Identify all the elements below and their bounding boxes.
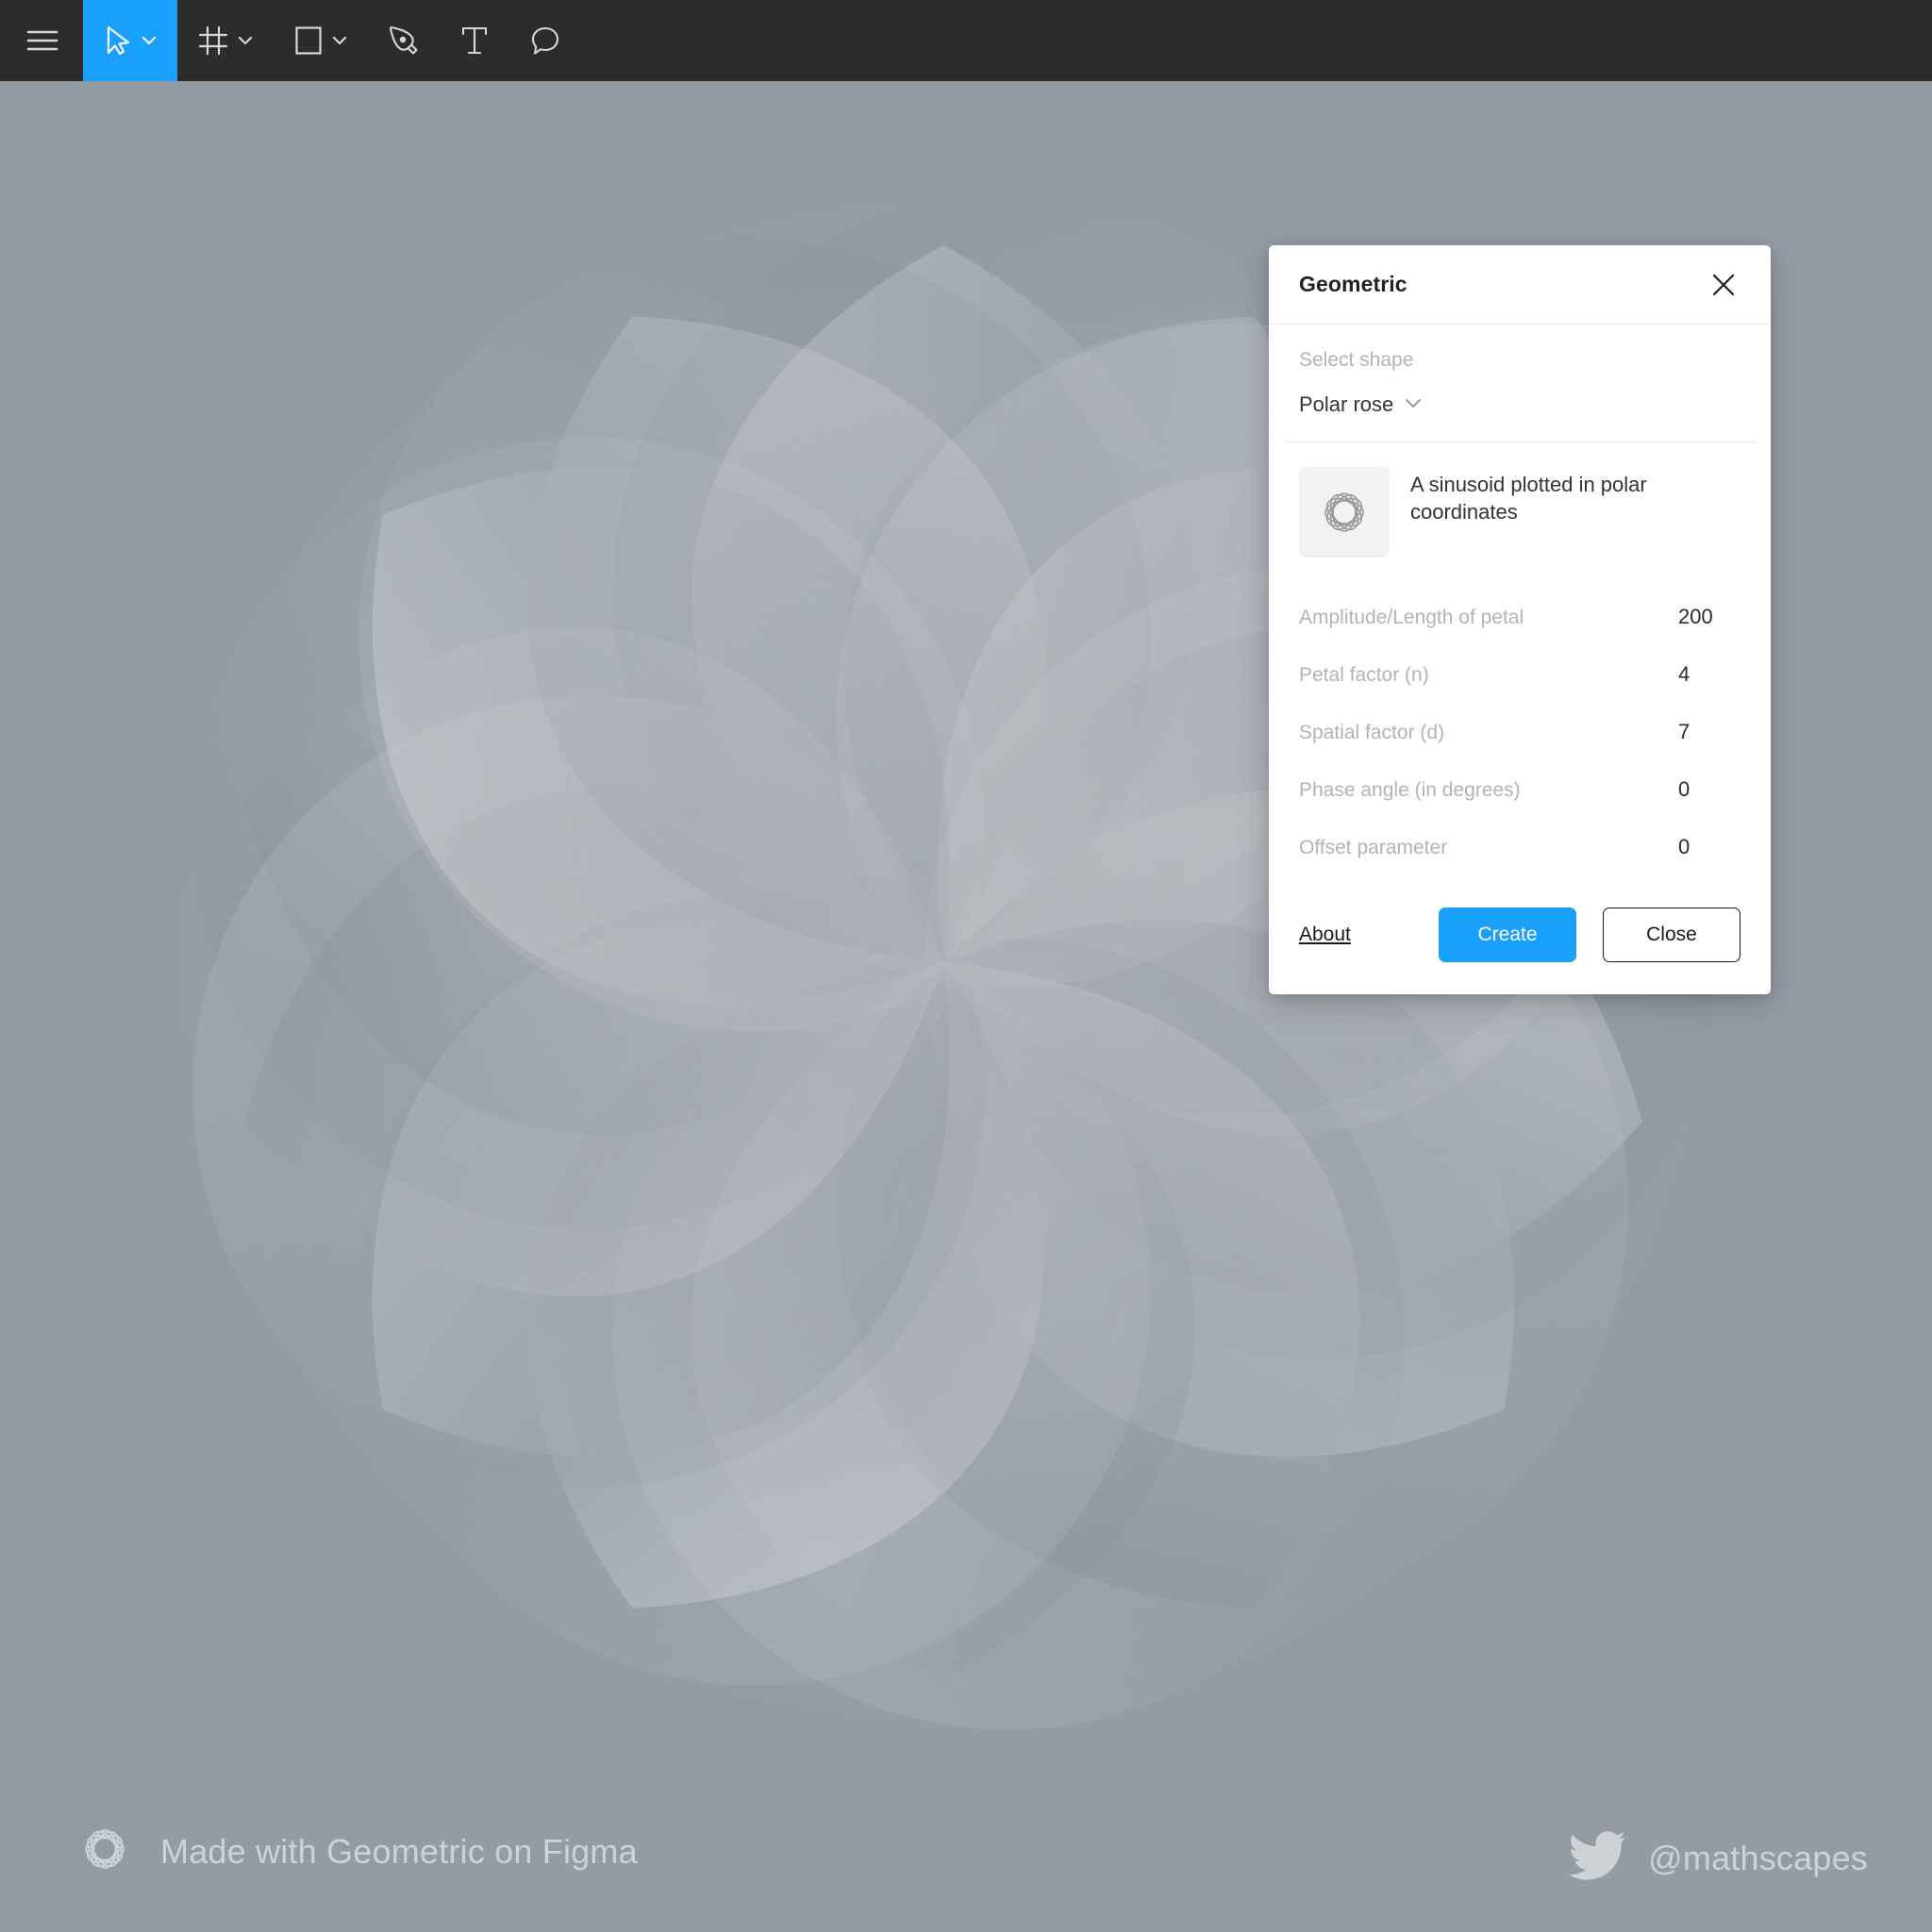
made-with-geometric-watermark: Made with Geometric on Figma	[74, 1818, 638, 1885]
twitter-bird-icon	[1568, 1831, 1627, 1885]
text-tool-button[interactable]	[440, 0, 509, 81]
close-x-icon[interactable]	[1707, 268, 1740, 302]
parameter-row[interactable]: Petal factor (n) 4	[1299, 647, 1740, 705]
shape-select-dropdown[interactable]: Polar rose	[1299, 392, 1740, 441]
move-tool-button[interactable]	[83, 0, 177, 81]
frame-tool-button[interactable]	[177, 0, 274, 81]
shape-tool-button[interactable]	[274, 0, 368, 81]
parameter-label: Phase angle (in degrees)	[1299, 779, 1521, 801]
shape-description-text: A sinusoid plotted in polar coordinates	[1410, 473, 1647, 525]
shape-description-row: A sinusoid plotted in polar coordinates	[1269, 442, 1771, 582]
chevron-down-icon	[1405, 396, 1422, 413]
comment-tool-button[interactable]	[509, 0, 581, 81]
parameter-row[interactable]: Amplitude/Length of petal 200	[1299, 590, 1740, 647]
watermark-right-text: @mathscapes	[1648, 1838, 1868, 1877]
polar-rose-rosette-icon	[1299, 467, 1390, 558]
parameter-value[interactable]: 0	[1678, 777, 1740, 802]
dialog-title: Geometric	[1299, 272, 1407, 296]
dialog-footer: About Create Close	[1269, 887, 1771, 994]
parameter-row[interactable]: Spatial factor (d) 7	[1299, 705, 1740, 762]
chevron-down-icon[interactable]	[238, 36, 253, 45]
parameter-label: Offset parameter	[1299, 837, 1448, 858]
pen-tool-button[interactable]	[368, 0, 440, 81]
parameter-label: Petal factor (n)	[1299, 664, 1429, 686]
dialog-header: Geometric	[1269, 245, 1771, 325]
shape-select-section: Select shape Polar rose	[1269, 325, 1771, 441]
parameter-label: Amplitude/Length of petal	[1299, 607, 1524, 628]
hamburger-menu-icon	[26, 28, 58, 53]
parameter-value[interactable]: 4	[1678, 662, 1740, 687]
rectangle-icon	[294, 25, 323, 56]
about-link[interactable]: About	[1299, 924, 1351, 946]
twitter-handle-watermark: @mathscapes	[1568, 1831, 1868, 1885]
parameter-label: Spatial factor (d)	[1299, 722, 1445, 743]
shape-select-value: Polar rose	[1299, 392, 1394, 416]
create-button[interactable]: Create	[1439, 908, 1576, 962]
parameters-list: Amplitude/Length of petal 200 Petal fact…	[1269, 582, 1771, 887]
main-menu-button[interactable]	[0, 0, 83, 81]
close-button[interactable]: Close	[1603, 908, 1740, 962]
text-t-icon	[460, 25, 489, 56]
geometric-plugin-dialog: Geometric Select shape Polar rose A sinu…	[1269, 245, 1771, 994]
app-root: Geometric Select shape Polar rose A sinu…	[0, 0, 1932, 1932]
frame-grid-icon	[198, 25, 228, 56]
parameter-row[interactable]: Phase angle (in degrees) 0	[1299, 762, 1740, 820]
top-toolbar	[0, 0, 1932, 81]
parameter-value[interactable]: 200	[1678, 605, 1740, 629]
parameter-value[interactable]: 0	[1678, 835, 1740, 859]
parameter-value[interactable]: 7	[1678, 720, 1740, 744]
select-shape-label: Select shape	[1299, 349, 1414, 371]
watermark-left-text: Made with Geometric on Figma	[160, 1831, 638, 1871]
geometric-rosette-logo-icon	[74, 1818, 136, 1885]
comment-bubble-icon	[530, 25, 560, 56]
parameter-row[interactable]: Offset parameter 0	[1299, 820, 1740, 877]
pen-nib-icon	[389, 25, 419, 56]
cursor-arrow-icon	[104, 25, 132, 56]
chevron-down-icon[interactable]	[142, 36, 157, 45]
chevron-down-icon[interactable]	[332, 36, 347, 45]
